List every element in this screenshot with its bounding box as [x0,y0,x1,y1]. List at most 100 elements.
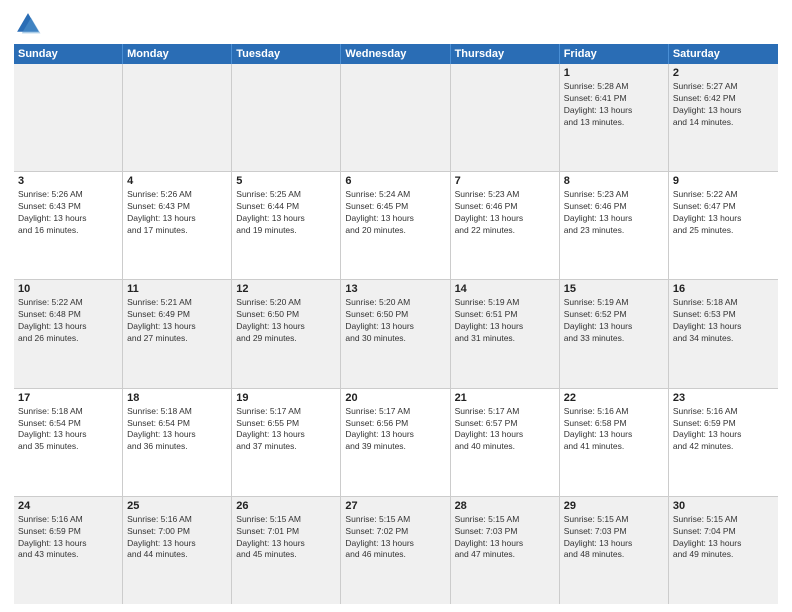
day-info: Sunrise: 5:15 AM Sunset: 7:01 PM Dayligh… [236,514,336,562]
calendar-cell: 11 Sunrise: 5:21 AM Sunset: 6:49 PM Dayli… [123,280,232,387]
weekday-header: Wednesday [341,44,450,64]
day-number: 23 [673,392,774,404]
day-info: Sunrise: 5:18 AM Sunset: 6:53 PM Dayligh… [673,297,774,345]
day-number: 18 [127,392,227,404]
day-number: 15 [564,283,664,295]
calendar-week: 1 Sunrise: 5:28 AM Sunset: 6:41 PM Daylig… [14,64,778,172]
calendar-week: 3 Sunrise: 5:26 AM Sunset: 6:43 PM Daylig… [14,172,778,280]
day-number: 14 [455,283,555,295]
calendar-cell [123,64,232,171]
calendar-cell: 1 Sunrise: 5:28 AM Sunset: 6:41 PM Daylig… [560,64,669,171]
calendar-cell: 7Sunrise: 5:23 AM Sunset: 6:46 PM Daylig… [451,172,560,279]
weekday-header: Thursday [451,44,560,64]
day-number: 26 [236,500,336,512]
day-info: Sunrise: 5:17 AM Sunset: 6:57 PM Dayligh… [455,406,555,454]
day-info: Sunrise: 5:22 AM Sunset: 6:47 PM Dayligh… [673,189,774,237]
calendar-cell: 12 Sunrise: 5:20 AM Sunset: 6:50 PM Dayli… [232,280,341,387]
calendar-cell [232,64,341,171]
calendar-cell [451,64,560,171]
calendar-cell: 26 Sunrise: 5:15 AM Sunset: 7:01 PM Dayli… [232,497,341,604]
calendar-cell: 9 Sunrise: 5:22 AM Sunset: 6:47 PM Daylig… [669,172,778,279]
day-number: 24 [18,500,118,512]
day-number: 29 [564,500,664,512]
day-info: Sunrise: 5:15 AM Sunset: 7:03 PM Dayligh… [564,514,664,562]
day-number: 12 [236,283,336,295]
calendar-cell: 22 Sunrise: 5:16 AM Sunset: 6:58 PM Dayli… [560,389,669,496]
day-info: Sunrise: 5:21 AM Sunset: 6:49 PM Dayligh… [127,297,227,345]
calendar-cell: 28 Sunrise: 5:15 AM Sunset: 7:03 PM Dayli… [451,497,560,604]
day-number: 7 [455,175,555,187]
day-number: 30 [673,500,774,512]
weekday-header: Sunday [14,44,123,64]
calendar-cell: 13 Sunrise: 5:20 AM Sunset: 6:50 PM Dayli… [341,280,450,387]
day-info: Sunrise: 5:15 AM Sunset: 7:02 PM Dayligh… [345,514,445,562]
day-number: 5 [236,175,336,187]
weekday-header: Saturday [669,44,778,64]
day-number: 22 [564,392,664,404]
day-info: Sunrise: 5:15 AM Sunset: 7:04 PM Dayligh… [673,514,774,562]
day-number: 21 [455,392,555,404]
calendar-cell: 8 Sunrise: 5:23 AM Sunset: 6:46 PM Daylig… [560,172,669,279]
day-number: 3 [18,175,118,187]
calendar-cell: 5 Sunrise: 5:25 AM Sunset: 6:44 PM Daylig… [232,172,341,279]
calendar-cell: 3 Sunrise: 5:26 AM Sunset: 6:43 PM Daylig… [14,172,123,279]
calendar-cell [14,64,123,171]
calendar-cell [341,64,450,171]
day-number: 17 [18,392,118,404]
day-info: Sunrise: 5:28 AM Sunset: 6:41 PM Dayligh… [564,81,664,129]
day-info: Sunrise: 5:16 AM Sunset: 6:58 PM Dayligh… [564,406,664,454]
day-info: Sunrise: 5:20 AM Sunset: 6:50 PM Dayligh… [345,297,445,345]
calendar-cell: 24 Sunrise: 5:16 AM Sunset: 6:59 PM Dayli… [14,497,123,604]
calendar-cell: 6Sunrise: 5:24 AM Sunset: 6:45 PM Daylig… [341,172,450,279]
weekday-header: Tuesday [232,44,341,64]
day-number: 10 [18,283,118,295]
calendar-cell: 16 Sunrise: 5:18 AM Sunset: 6:53 PM Dayli… [669,280,778,387]
day-number: 6 [345,175,445,187]
day-info: Sunrise: 5:16 AM Sunset: 7:00 PM Dayligh… [127,514,227,562]
day-info: Sunrise: 5:18 AM Sunset: 6:54 PM Dayligh… [18,406,118,454]
day-info: Sunrise: 5:26 AM Sunset: 6:43 PM Dayligh… [127,189,227,237]
calendar-week: 10Sunrise: 5:22 AM Sunset: 6:48 PM Dayli… [14,280,778,388]
day-number: 19 [236,392,336,404]
calendar-cell: 23 Sunrise: 5:16 AM Sunset: 6:59 PM Dayli… [669,389,778,496]
day-number: 2 [673,67,774,79]
calendar-cell: 17 Sunrise: 5:18 AM Sunset: 6:54 PM Dayli… [14,389,123,496]
day-info: Sunrise: 5:16 AM Sunset: 6:59 PM Dayligh… [673,406,774,454]
day-info: Sunrise: 5:27 AM Sunset: 6:42 PM Dayligh… [673,81,774,129]
calendar-cell: 30 Sunrise: 5:15 AM Sunset: 7:04 PM Dayli… [669,497,778,604]
day-info: Sunrise: 5:15 AM Sunset: 7:03 PM Dayligh… [455,514,555,562]
calendar-cell: 18Sunrise: 5:18 AM Sunset: 6:54 PM Dayli… [123,389,232,496]
day-number: 8 [564,175,664,187]
calendar-header: SundayMondayTuesdayWednesdayThursdayFrid… [14,44,778,64]
day-info: Sunrise: 5:20 AM Sunset: 6:50 PM Dayligh… [236,297,336,345]
weekday-header: Monday [123,44,232,64]
day-number: 4 [127,175,227,187]
day-info: Sunrise: 5:25 AM Sunset: 6:44 PM Dayligh… [236,189,336,237]
calendar-cell: 14 Sunrise: 5:19 AM Sunset: 6:51 PM Dayli… [451,280,560,387]
calendar-cell: 10Sunrise: 5:22 AM Sunset: 6:48 PM Dayli… [14,280,123,387]
calendar-cell: 29 Sunrise: 5:15 AM Sunset: 7:03 PM Dayli… [560,497,669,604]
day-info: Sunrise: 5:19 AM Sunset: 6:51 PM Dayligh… [455,297,555,345]
calendar: SundayMondayTuesdayWednesdayThursdayFrid… [14,44,778,604]
day-info: Sunrise: 5:23 AM Sunset: 6:46 PM Dayligh… [564,189,664,237]
day-info: Sunrise: 5:16 AM Sunset: 6:59 PM Dayligh… [18,514,118,562]
calendar-cell: 15 Sunrise: 5:19 AM Sunset: 6:52 PM Dayli… [560,280,669,387]
day-number: 11 [127,283,227,295]
weekday-header: Friday [560,44,669,64]
day-info: Sunrise: 5:17 AM Sunset: 6:56 PM Dayligh… [345,406,445,454]
calendar-cell: 2 Sunrise: 5:27 AM Sunset: 6:42 PM Daylig… [669,64,778,171]
day-number: 1 [564,67,664,79]
day-number: 28 [455,500,555,512]
header [14,10,778,38]
calendar-cell: 21 Sunrise: 5:17 AM Sunset: 6:57 PM Dayli… [451,389,560,496]
calendar-cell: 19Sunrise: 5:17 AM Sunset: 6:55 PM Dayli… [232,389,341,496]
calendar-week: 17 Sunrise: 5:18 AM Sunset: 6:54 PM Dayli… [14,389,778,497]
day-info: Sunrise: 5:19 AM Sunset: 6:52 PM Dayligh… [564,297,664,345]
day-number: 9 [673,175,774,187]
logo-icon [14,10,42,38]
day-info: Sunrise: 5:26 AM Sunset: 6:43 PM Dayligh… [18,189,118,237]
calendar-cell: 20Sunrise: 5:17 AM Sunset: 6:56 PM Dayli… [341,389,450,496]
day-number: 16 [673,283,774,295]
day-number: 13 [345,283,445,295]
logo [14,10,46,38]
